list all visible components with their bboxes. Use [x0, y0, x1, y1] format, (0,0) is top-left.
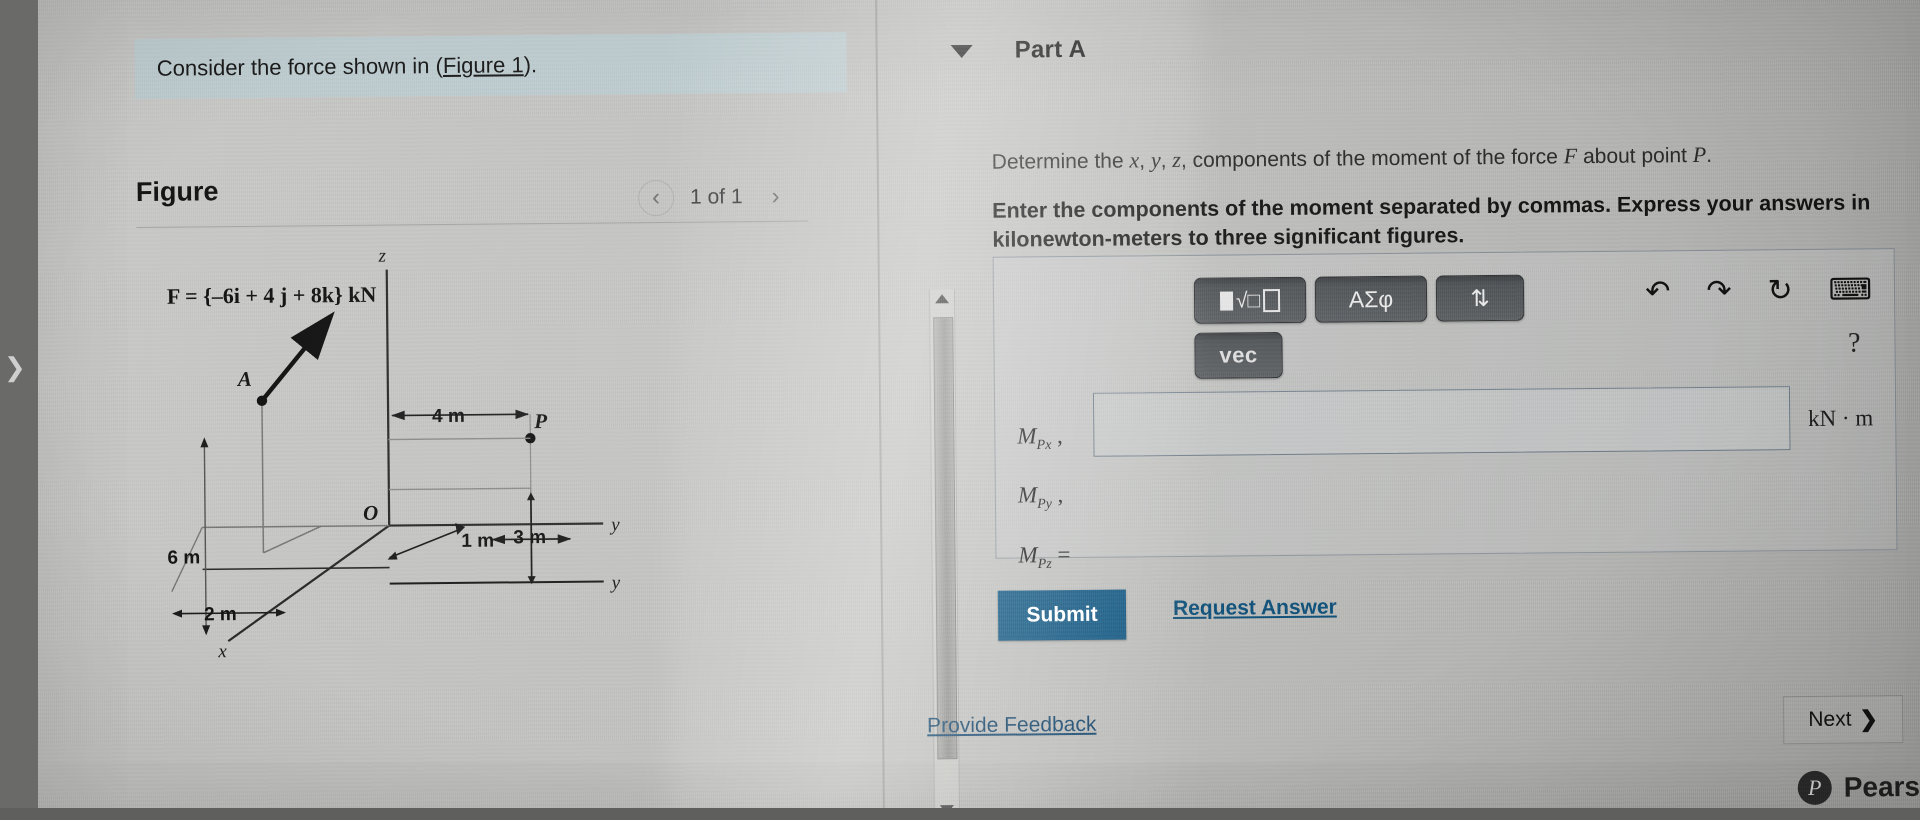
answer-right-pane: Part A Determine the x, y, z, components… [927, 0, 1920, 806]
monitor-screen: Review Consider the force shown in (Figu… [30, 0, 1920, 820]
request-answer-link[interactable]: Request Answer [1173, 595, 1337, 621]
dimension-4m: 4 m [432, 406, 465, 427]
math-toolbar: √□ ΑΣφ ⇅ vec [1193, 274, 1525, 388]
answer-sub-2: Py [1037, 497, 1053, 513]
pearson-branding: P Pearson [1797, 770, 1920, 806]
sub-superscript-button[interactable]: ⇅ [1435, 274, 1525, 322]
answer-label: MPx , MPy , MPz = [1017, 423, 1071, 572]
editor-tools: ↶ ↷ ↻ ⌨ [1645, 273, 1873, 308]
answer-card: √□ ΑΣφ ⇅ vec ↶ ↷ ↻ ⌨ ? MPx , MPy , MPz =… [992, 248, 1898, 572]
pearson-name: Pearson [1843, 770, 1920, 803]
dimension-3m: 3 m [513, 527, 546, 548]
dimension-1m: 1 m [461, 531, 494, 552]
next-button[interactable]: Next ❯ [1782, 695, 1904, 745]
template-sqrt-icon: √□ [1219, 288, 1281, 313]
answer-sub-3: Pz [1037, 556, 1052, 572]
caret-down-icon[interactable] [950, 44, 973, 58]
part-a-title: Part A [1014, 35, 1087, 64]
figure-navigation: ‹ 1 of 1 › [637, 179, 793, 217]
vector-button[interactable]: vec [1194, 331, 1283, 379]
figure-next-button[interactable]: › [758, 180, 792, 214]
question-tail: about point [1577, 144, 1693, 169]
greek-symbols-button[interactable]: ΑΣφ [1314, 275, 1428, 323]
point-label-A: A [236, 367, 252, 391]
force-equation: F = {–6i + 4 j + 8k} kN [167, 282, 377, 309]
problem-statement: Consider the force shown in (Figure 1). [134, 32, 848, 99]
help-icon[interactable]: ? [1848, 327, 1861, 359]
answer-units: kN · m [1807, 405, 1874, 431]
answer-label-M1: M [1017, 423, 1037, 449]
axis-label-y: y [609, 514, 620, 535]
mastering-physics-app: Review Consider the force shown in (Figu… [30, 0, 1920, 820]
figure-prev-button[interactable]: ‹ [637, 179, 675, 217]
axis-label-z: z [377, 246, 386, 267]
figure-1-link[interactable]: Figure 1 [443, 52, 524, 79]
figure-diagram: z y x 4 m 3 m y 6 m 2 m 1 m A P O F = {–… [128, 235, 833, 762]
photographed-screen: Review Consider the force shown in (Figu… [0, 0, 1920, 820]
radical-glyph: √□ [1235, 288, 1261, 312]
question-period: . [1706, 143, 1713, 167]
point-A-marker [256, 395, 268, 406]
answer-sub-1: Px [1036, 437, 1052, 454]
sidebar-expand-chevron-icon[interactable]: ❯ [4, 352, 26, 383]
question-var-F: F [1563, 143, 1578, 169]
prompt-suffix: ). [523, 52, 538, 78]
submit-button[interactable]: Submit [997, 589, 1127, 641]
monitor-bezel-bottom [0, 808, 1920, 820]
instruction-text: Enter the components of the moment separ… [992, 190, 1871, 252]
problem-left-pane: Consider the force shown in (Figure 1). … [126, 20, 961, 820]
part-a-header[interactable]: Part A [950, 35, 1087, 65]
figure-heading: Figure [135, 176, 219, 207]
answer-label-M2: M [1017, 482, 1038, 508]
figure-divider [136, 220, 809, 228]
svg-text:y: y [610, 572, 621, 593]
template-sqrt-button[interactable]: √□ [1193, 276, 1307, 324]
question-var-y: y [1150, 147, 1161, 173]
question-var-x: x [1129, 147, 1140, 173]
answer-row: MPx , MPy , MPz = kN · m [1017, 385, 1875, 600]
monitor-bezel-left [0, 0, 38, 820]
question-mid: , components of the moment of the force [1180, 145, 1564, 172]
point-label-P: P [533, 409, 547, 433]
question-lead: Determine the [991, 149, 1130, 174]
redo-icon[interactable]: ↷ [1706, 275, 1731, 308]
answer-label-M3: M [1018, 541, 1038, 568]
answer-input[interactable] [1092, 386, 1791, 457]
dimension-2m: 2 m [204, 604, 237, 625]
question-text: Determine the x, y, z, components of the… [991, 141, 1713, 174]
dimension-6m: 6 m [167, 547, 200, 568]
undo-icon[interactable]: ↶ [1645, 275, 1670, 308]
next-label: Next [1808, 707, 1852, 731]
keyboard-icon[interactable]: ⌨ [1829, 273, 1873, 306]
pearson-logo-icon: P [1797, 770, 1832, 806]
provide-feedback-link[interactable]: Provide Feedback [927, 713, 1096, 739]
question-var-P: P [1692, 141, 1707, 168]
figure-counter: 1 of 1 [689, 185, 743, 209]
reset-icon[interactable]: ↻ [1767, 274, 1792, 307]
pane-divider [874, 0, 885, 810]
prompt-prefix: Consider the force shown in ( [156, 53, 444, 81]
chevron-right-icon: ❯ [1859, 706, 1879, 732]
axis-label-x: x [217, 641, 227, 662]
point-label-O: O [363, 501, 378, 525]
